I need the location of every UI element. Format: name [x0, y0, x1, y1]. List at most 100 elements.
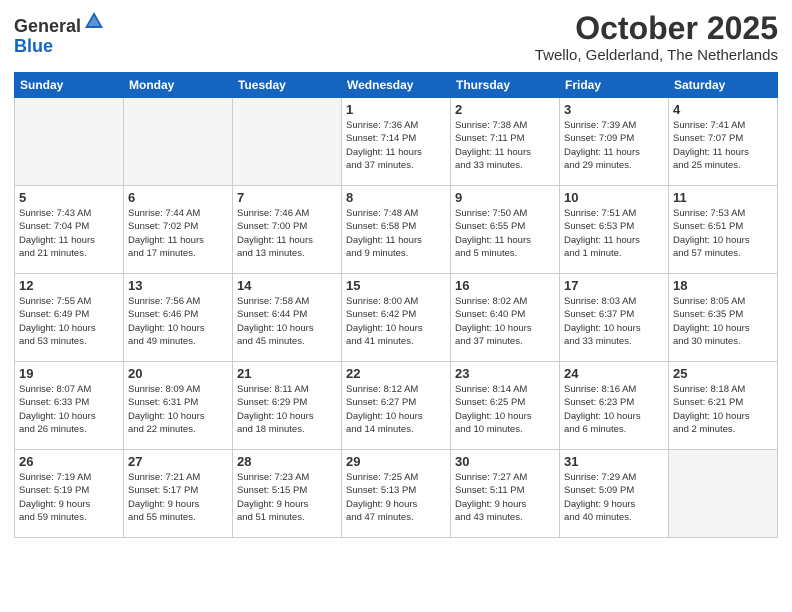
calendar-cell: 30Sunrise: 7:27 AM Sunset: 5:11 PM Dayli…	[451, 450, 560, 538]
day-info: Sunrise: 7:44 AM Sunset: 7:02 PM Dayligh…	[128, 207, 228, 260]
calendar-cell: 7Sunrise: 7:46 AM Sunset: 7:00 PM Daylig…	[233, 186, 342, 274]
calendar-cell: 23 Sunrise: 8:14 AM Sunset: 6:25 PM Dayli…	[451, 362, 560, 450]
day-number: 11	[673, 190, 773, 205]
day-info: Sunrise: 7:48 AM Sunset: 6:58 PM Dayligh…	[346, 207, 446, 260]
day-info: Sunrise: 7:51 AM Sunset: 6:53 PM Dayligh…	[564, 207, 664, 260]
day-info: Sunrise: 7:43 AM Sunset: 7:04 PM Dayligh…	[19, 207, 119, 260]
calendar-cell: 9 Sunrise: 7:50 AM Sunset: 6:55 PM Daylig…	[451, 186, 560, 274]
calendar-cell: 3Sunrise: 7:39 AM Sunset: 7:09 PM Daylig…	[560, 98, 669, 186]
day-info: Sunrise: 8:07 AM Sunset: 6:33 PM Dayligh…	[19, 383, 119, 436]
day-number: 9	[455, 190, 555, 205]
col-friday: Friday	[560, 73, 669, 98]
calendar-cell: 11 Sunrise: 7:53 AM Sunset: 6:51 PM Dayli…	[669, 186, 778, 274]
calendar-header: Sunday Monday Tuesday Wednesday Thursday…	[15, 73, 778, 98]
calendar-cell: 10 Sunrise: 7:51 AM Sunset: 6:53 PM Dayli…	[560, 186, 669, 274]
day-number: 12	[19, 278, 119, 293]
day-info: Sunrise: 7:50 AM Sunset: 6:55 PM Dayligh…	[455, 207, 555, 260]
day-number: 24	[564, 366, 664, 381]
col-tuesday: Tuesday	[233, 73, 342, 98]
main-title: October 2025	[535, 10, 778, 47]
calendar-cell: 18 Sunrise: 8:05 AM Sunset: 6:35 PM Dayli…	[669, 274, 778, 362]
day-info: Sunrise: 7:23 AM Sunset: 5:15 PM Dayligh…	[237, 471, 337, 524]
calendar-cell: 17 Sunrise: 8:03 AM Sunset: 6:37 PM Dayli…	[560, 274, 669, 362]
calendar-cell	[669, 450, 778, 538]
col-sunday: Sunday	[15, 73, 124, 98]
calendar-cell: 2 Sunrise: 7:38 AM Sunset: 7:11 PM Daylig…	[451, 98, 560, 186]
day-number: 21	[237, 366, 337, 381]
calendar-cell: 29Sunrise: 7:25 AM Sunset: 5:13 PM Dayli…	[342, 450, 451, 538]
calendar-cell: 16Sunrise: 8:02 AM Sunset: 6:40 PM Dayli…	[451, 274, 560, 362]
day-number: 23	[455, 366, 555, 381]
logo-general-text: General	[14, 16, 81, 36]
day-number: 8	[346, 190, 446, 205]
day-number: 18	[673, 278, 773, 293]
calendar-cell: 19 Sunrise: 8:07 AM Sunset: 6:33 PM Dayli…	[15, 362, 124, 450]
day-number: 17	[564, 278, 664, 293]
calendar-cell: 26Sunrise: 7:19 AM Sunset: 5:19 PM Dayli…	[15, 450, 124, 538]
calendar-cell: 12Sunrise: 7:55 AM Sunset: 6:49 PM Dayli…	[15, 274, 124, 362]
logo-blue-text: Blue	[14, 36, 53, 56]
day-info: Sunrise: 7:38 AM Sunset: 7:11 PM Dayligh…	[455, 119, 555, 172]
day-number: 5	[19, 190, 119, 205]
day-info: Sunrise: 8:14 AM Sunset: 6:25 PM Dayligh…	[455, 383, 555, 436]
calendar-body: 1 Sunrise: 7:36 AM Sunset: 7:14 PM Daylig…	[15, 98, 778, 538]
day-number: 27	[128, 454, 228, 469]
day-info: Sunrise: 7:36 AM Sunset: 7:14 PM Dayligh…	[346, 119, 446, 172]
header-row: Sunday Monday Tuesday Wednesday Thursday…	[15, 73, 778, 98]
day-info: Sunrise: 8:02 AM Sunset: 6:40 PM Dayligh…	[455, 295, 555, 348]
day-info: Sunrise: 7:53 AM Sunset: 6:51 PM Dayligh…	[673, 207, 773, 260]
page-header: General Blue October 2025 Twello, Gelder…	[14, 10, 778, 64]
calendar-cell: 1 Sunrise: 7:36 AM Sunset: 7:14 PM Daylig…	[342, 98, 451, 186]
day-info: Sunrise: 7:29 AM Sunset: 5:09 PM Dayligh…	[564, 471, 664, 524]
week-row-3: 12Sunrise: 7:55 AM Sunset: 6:49 PM Dayli…	[15, 274, 778, 362]
day-number: 30	[455, 454, 555, 469]
day-number: 20	[128, 366, 228, 381]
calendar-cell: 5 Sunrise: 7:43 AM Sunset: 7:04 PM Daylig…	[15, 186, 124, 274]
day-number: 19	[19, 366, 119, 381]
day-number: 15	[346, 278, 446, 293]
page-container: General Blue October 2025 Twello, Gelder…	[0, 0, 792, 546]
col-monday: Monday	[124, 73, 233, 98]
day-info: Sunrise: 8:05 AM Sunset: 6:35 PM Dayligh…	[673, 295, 773, 348]
day-number: 26	[19, 454, 119, 469]
calendar-cell: 31 Sunrise: 7:29 AM Sunset: 5:09 PM Dayli…	[560, 450, 669, 538]
day-info: Sunrise: 7:25 AM Sunset: 5:13 PM Dayligh…	[346, 471, 446, 524]
day-number: 13	[128, 278, 228, 293]
col-thursday: Thursday	[451, 73, 560, 98]
week-row-4: 19 Sunrise: 8:07 AM Sunset: 6:33 PM Dayli…	[15, 362, 778, 450]
week-row-2: 5 Sunrise: 7:43 AM Sunset: 7:04 PM Daylig…	[15, 186, 778, 274]
day-info: Sunrise: 7:39 AM Sunset: 7:09 PM Dayligh…	[564, 119, 664, 172]
calendar-cell: 22 Sunrise: 8:12 AM Sunset: 6:27 PM Dayli…	[342, 362, 451, 450]
day-number: 2	[455, 102, 555, 117]
calendar-cell	[124, 98, 233, 186]
calendar-cell: 13Sunrise: 7:56 AM Sunset: 6:46 PM Dayli…	[124, 274, 233, 362]
day-info: Sunrise: 7:21 AM Sunset: 5:17 PM Dayligh…	[128, 471, 228, 524]
calendar-table: Sunday Monday Tuesday Wednesday Thursday…	[14, 72, 778, 538]
day-number: 6	[128, 190, 228, 205]
subtitle: Twello, Gelderland, The Netherlands	[535, 47, 778, 64]
day-number: 1	[346, 102, 446, 117]
day-number: 10	[564, 190, 664, 205]
day-info: Sunrise: 7:58 AM Sunset: 6:44 PM Dayligh…	[237, 295, 337, 348]
week-row-5: 26Sunrise: 7:19 AM Sunset: 5:19 PM Dayli…	[15, 450, 778, 538]
calendar-cell: 24 Sunrise: 8:16 AM Sunset: 6:23 PM Dayli…	[560, 362, 669, 450]
day-info: Sunrise: 8:16 AM Sunset: 6:23 PM Dayligh…	[564, 383, 664, 436]
day-info: Sunrise: 8:11 AM Sunset: 6:29 PM Dayligh…	[237, 383, 337, 436]
logo-icon	[83, 10, 105, 32]
calendar-cell	[15, 98, 124, 186]
day-number: 14	[237, 278, 337, 293]
day-info: Sunrise: 8:03 AM Sunset: 6:37 PM Dayligh…	[564, 295, 664, 348]
calendar-cell: 8 Sunrise: 7:48 AM Sunset: 6:58 PM Daylig…	[342, 186, 451, 274]
day-number: 4	[673, 102, 773, 117]
logo: General Blue	[14, 10, 105, 57]
title-block: October 2025 Twello, Gelderland, The Net…	[535, 10, 778, 64]
day-info: Sunrise: 8:12 AM Sunset: 6:27 PM Dayligh…	[346, 383, 446, 436]
calendar-cell: 4Sunrise: 7:41 AM Sunset: 7:07 PM Daylig…	[669, 98, 778, 186]
day-number: 28	[237, 454, 337, 469]
day-number: 7	[237, 190, 337, 205]
calendar-cell	[233, 98, 342, 186]
day-number: 31	[564, 454, 664, 469]
day-info: Sunrise: 8:00 AM Sunset: 6:42 PM Dayligh…	[346, 295, 446, 348]
day-info: Sunrise: 8:18 AM Sunset: 6:21 PM Dayligh…	[673, 383, 773, 436]
day-number: 22	[346, 366, 446, 381]
